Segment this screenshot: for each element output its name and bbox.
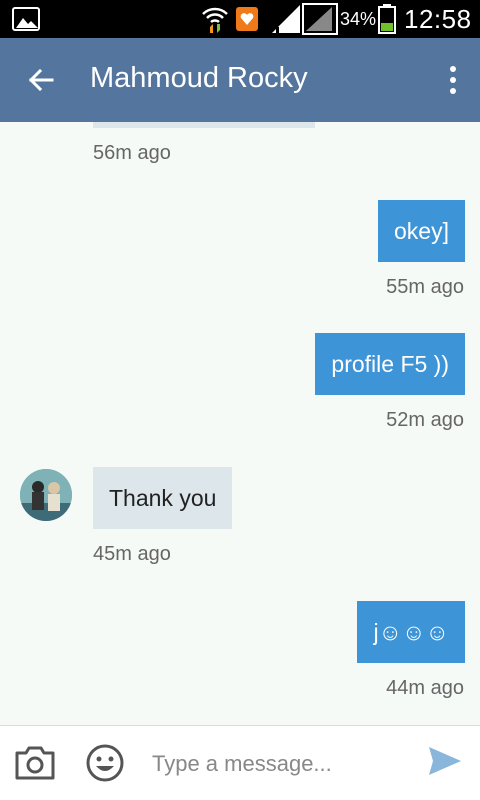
app-bar: Mahmoud Rocky	[0, 38, 480, 122]
gallery-icon	[12, 7, 40, 31]
send-button[interactable]	[428, 746, 464, 780]
overflow-menu-button[interactable]	[438, 60, 468, 100]
notification-icon	[236, 0, 258, 38]
message-input[interactable]	[152, 744, 410, 784]
signal-icon	[272, 0, 300, 38]
status-bar: 34% 12:58	[0, 0, 480, 38]
incoming-message-bubble[interactable]	[93, 122, 315, 128]
camera-icon	[15, 746, 55, 780]
battery-percent: 34%	[340, 8, 377, 29]
status-time: 12:58	[404, 3, 472, 34]
message-timestamp: 55m ago	[386, 276, 464, 298]
battery-icon	[378, 0, 396, 38]
message-timestamp: 45m ago	[93, 543, 171, 565]
send-icon	[429, 747, 461, 775]
outgoing-message-bubble[interactable]: okey]	[378, 200, 465, 262]
camera-button[interactable]	[14, 744, 56, 782]
emoji-icon	[86, 744, 124, 782]
message-timestamp: 52m ago	[386, 409, 464, 431]
message-timestamp: 44m ago	[386, 677, 464, 699]
outgoing-message-bubble[interactable]: j☺☺☺	[357, 601, 465, 663]
message-list[interactable]: 56m ago okey] 55m ago profile F5 )) 52m …	[0, 122, 480, 725]
contact-avatar[interactable]	[20, 469, 72, 521]
incoming-message-bubble[interactable]: Thank you	[93, 467, 233, 529]
overflow-menu-icon	[450, 66, 456, 72]
conversation-title: Mahmoud Rocky	[90, 62, 308, 94]
emoji-button[interactable]	[86, 744, 124, 782]
signal-icon	[302, 0, 338, 38]
back-button[interactable]	[18, 58, 64, 102]
back-arrow-icon	[28, 68, 54, 92]
wifi-icon	[202, 0, 228, 38]
message-timestamp: 56m ago	[93, 142, 171, 164]
message-composer	[0, 725, 480, 800]
outgoing-message-bubble[interactable]: profile F5 ))	[315, 333, 465, 395]
